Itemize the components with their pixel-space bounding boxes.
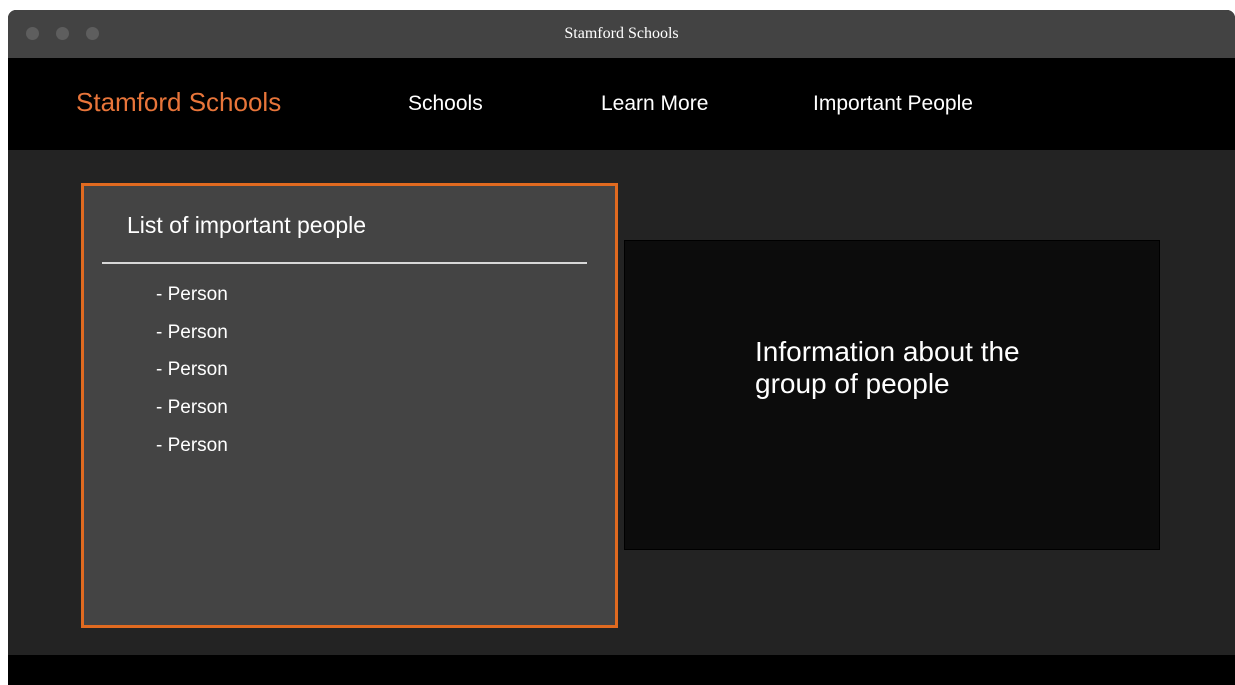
main-content: List of important people - Person - Pers…	[8, 150, 1235, 655]
brand-link[interactable]: Stamford Schools	[76, 86, 281, 118]
person-list-item[interactable]: - Person	[156, 433, 228, 471]
nav-link-schools[interactable]: Schools	[408, 91, 483, 117]
people-list-heading: List of important people	[127, 212, 367, 238]
people-list-panel: List of important people - Person - Pers…	[81, 183, 618, 628]
title-bar: Stamford Schools	[8, 10, 1235, 58]
app-window: Stamford Schools Stamford Schools School…	[8, 10, 1235, 685]
people-list: - Person - Person - Person - Person - Pe…	[156, 282, 228, 470]
person-list-item[interactable]: - Person	[156, 357, 228, 395]
window-title: Stamford Schools	[564, 25, 679, 42]
heading-divider	[102, 262, 587, 264]
person-list-item[interactable]: - Person	[156, 395, 228, 433]
nav-link-important-people[interactable]: Important People	[813, 91, 973, 117]
group-info-text: Information about the group of people	[755, 336, 1020, 399]
person-list-item[interactable]: - Person	[156, 320, 228, 358]
nav-link-learn-more[interactable]: Learn More	[601, 91, 708, 117]
footer-bar	[8, 655, 1235, 685]
person-list-item[interactable]: - Person	[156, 282, 228, 320]
top-navbar: Stamford Schools Schools Learn More Impo…	[8, 58, 1235, 150]
group-info-panel: Information about the group of people	[624, 240, 1160, 550]
